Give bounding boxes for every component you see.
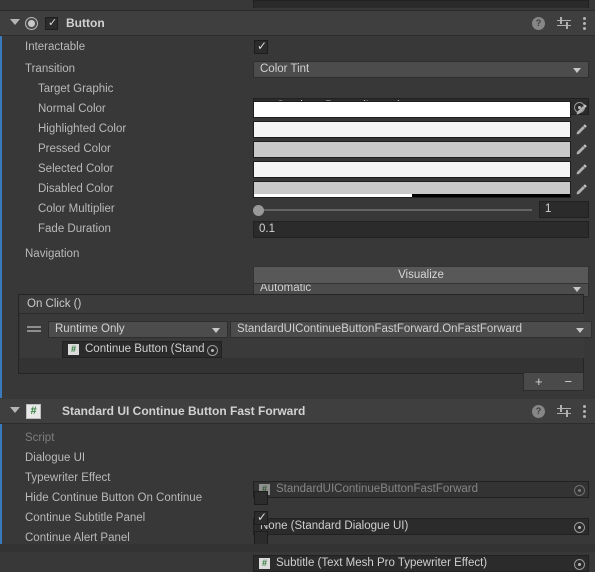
event-target-value: Continue Button (Stand — [85, 343, 205, 355]
eyedropper-icon[interactable] — [573, 161, 590, 178]
cs-script-icon: # — [259, 558, 270, 569]
checkmark-icon: ✓ — [257, 39, 268, 53]
highlighted-color-field[interactable] — [253, 121, 571, 138]
label-pressed-color: Pressed Color — [38, 143, 111, 155]
eyedropper-icon[interactable] — [573, 181, 590, 198]
menu-icon[interactable] — [583, 16, 587, 30]
row-navigation: Navigation — [0, 245, 595, 265]
transition-dropdown[interactable]: Color Tint — [253, 61, 589, 78]
checkmark-icon: ✓ — [48, 17, 58, 29]
slider-track — [257, 209, 532, 211]
cs-script-icon: # — [68, 344, 79, 355]
header-icon-group: ? — [532, 16, 587, 30]
typewriter-effect-object-field[interactable]: # Subtitle (Text Mesh Pro Typewriter Eff… — [253, 555, 589, 572]
component-header-button[interactable]: ✓ Button ? — [0, 11, 595, 36]
event-function-value: StandardUIContinueButtonFastForward.OnFa… — [237, 323, 523, 335]
toggle-circle-icon — [25, 17, 38, 30]
unity-inspector-panel: ✓ Button ? Interactable ✓ Transition Col… — [0, 0, 595, 572]
on-click-event-box: On Click () Runtime Only StandardUIConti… — [18, 294, 592, 374]
drag-handle-icon[interactable] — [27, 326, 41, 333]
component-title-button: Button — [66, 16, 105, 30]
component-header-fast-forward[interactable]: # Standard UI Continue Button Fast Forwa… — [0, 399, 595, 424]
foldout-arrow-icon[interactable] — [10, 407, 20, 413]
event-mode-dropdown[interactable]: Runtime Only — [48, 321, 228, 338]
continue-subtitle-panel-checkbox[interactable]: ✓ — [254, 510, 268, 525]
label-script: Script — [25, 432, 55, 444]
cs-script-icon: # — [26, 404, 41, 419]
label-highlighted-color: Highlighted Color — [38, 123, 127, 135]
typewriter-effect-value: Subtitle (Text Mesh Pro Typewriter Effec… — [276, 557, 488, 569]
row-typewriter-effect: Typewriter Effect — [0, 469, 595, 489]
eyedropper-icon[interactable] — [573, 101, 590, 118]
remove-event-button[interactable]: − — [554, 373, 584, 390]
row-dialogue-ui: Dialogue UI — [0, 449, 595, 469]
row-continue-subtitle-panel: Continue Subtitle Panel — [0, 509, 595, 529]
event-mode-value: Runtime Only — [55, 323, 125, 335]
color-swatch — [254, 162, 570, 177]
event-function-dropdown[interactable]: StandardUIContinueButtonFastForward.OnFa… — [230, 321, 592, 338]
slider-handle[interactable] — [253, 205, 264, 216]
selected-color-field[interactable] — [253, 161, 571, 178]
preset-icon[interactable] — [557, 404, 571, 418]
color-multiplier-slider[interactable] — [253, 201, 536, 218]
on-click-title: On Click () — [19, 295, 583, 314]
color-swatch — [254, 102, 570, 117]
transition-value: Color Tint — [260, 63, 310, 75]
chevron-down-icon — [573, 287, 581, 292]
help-icon[interactable]: ? — [532, 16, 545, 30]
label-transition: Transition — [25, 63, 76, 75]
visualize-button[interactable]: Visualize — [253, 266, 589, 284]
row-interactable: Interactable — [0, 38, 595, 58]
hide-continue-button-checkbox[interactable] — [254, 491, 268, 505]
event-target-object-field[interactable]: # Continue Button (Stand — [62, 341, 222, 358]
foldout-arrow-icon[interactable] — [10, 19, 20, 25]
header-icon-group: ? — [532, 404, 587, 418]
disabled-color-field[interactable] — [253, 181, 571, 198]
normal-color-field[interactable] — [253, 101, 571, 118]
label-continue-alert-panel: Continue Alert Panel — [25, 532, 130, 544]
checkmark-icon: ✓ — [257, 510, 268, 524]
label-color-multiplier: Color Multiplier — [38, 203, 115, 215]
label-typewriter-effect: Typewriter Effect — [25, 472, 111, 484]
panel-bottom-edge — [0, 544, 595, 552]
eyedropper-icon[interactable] — [573, 141, 590, 158]
object-picker-icon[interactable] — [207, 345, 218, 356]
label-normal-color: Normal Color — [38, 103, 106, 115]
event-add-remove-buttons: + − — [523, 372, 584, 391]
label-interactable: Interactable — [25, 41, 86, 53]
help-icon[interactable]: ? — [532, 404, 545, 418]
chevron-down-icon — [576, 328, 584, 333]
label-hide-continue-button: Hide Continue Button On Continue — [25, 492, 203, 504]
menu-icon[interactable] — [583, 404, 587, 418]
object-picker-icon[interactable] — [574, 559, 585, 570]
row-script: Script — [0, 429, 595, 449]
label-disabled-color: Disabled Color — [38, 183, 114, 195]
color-swatch — [254, 142, 570, 157]
label-navigation: Navigation — [25, 248, 80, 260]
partial-field-stub — [253, 0, 589, 8]
continue-alert-panel-checkbox[interactable] — [254, 531, 268, 545]
row-target-graphic: Target Graphic — [0, 80, 595, 100]
preset-icon[interactable] — [557, 16, 571, 30]
color-swatch — [254, 122, 570, 137]
label-continue-subtitle-panel: Continue Subtitle Panel — [25, 512, 146, 524]
pressed-color-field[interactable] — [253, 141, 571, 158]
interactable-checkbox[interactable]: ✓ — [254, 39, 268, 54]
alpha-bar — [254, 194, 570, 197]
fade-duration-input[interactable]: 0.1 — [253, 221, 589, 238]
component-enabled-checkbox[interactable]: ✓ — [45, 17, 58, 30]
add-event-button[interactable]: + — [524, 373, 554, 390]
label-selected-color: Selected Color — [38, 163, 114, 175]
color-multiplier-value[interactable]: 1 — [539, 201, 589, 218]
label-target-graphic: Target Graphic — [38, 83, 114, 95]
label-dialogue-ui: Dialogue UI — [25, 452, 86, 464]
component-title-fast-forward: Standard UI Continue Button Fast Forward — [62, 404, 306, 418]
eyedropper-icon[interactable] — [573, 121, 590, 138]
label-fade-duration: Fade Duration — [38, 223, 111, 235]
row-hide-continue-button: Hide Continue Button On Continue — [0, 489, 595, 509]
chevron-down-icon — [212, 328, 220, 333]
chevron-down-icon — [573, 68, 581, 73]
